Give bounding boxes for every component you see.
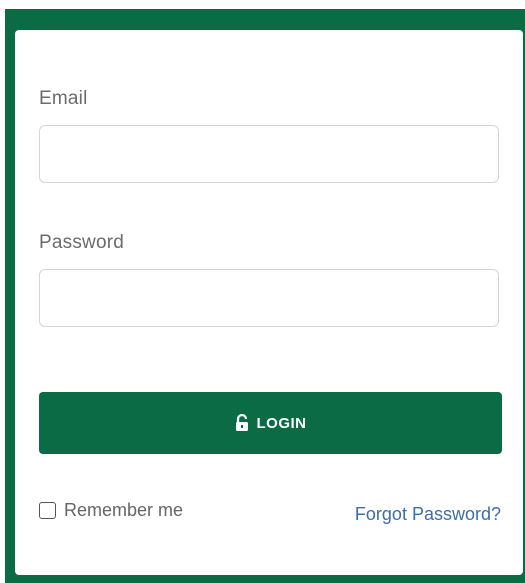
login-button-label: LOGIN xyxy=(256,414,307,432)
page-background: Email Password LOGIN Remember me Forgot … xyxy=(0,0,525,583)
forgot-password-link[interactable]: Forgot Password? xyxy=(355,504,501,525)
email-label: Email xyxy=(39,88,88,109)
password-label: Password xyxy=(39,232,125,253)
remember-checkbox[interactable] xyxy=(39,502,56,519)
password-field[interactable] xyxy=(39,269,499,327)
remember-me[interactable]: Remember me xyxy=(39,500,183,521)
login-card: Email Password LOGIN Remember me Forgot … xyxy=(15,30,523,575)
login-button[interactable]: LOGIN xyxy=(39,392,502,454)
unlock-icon xyxy=(235,413,249,432)
email-field[interactable] xyxy=(39,125,499,183)
remember-label: Remember me xyxy=(64,500,184,520)
